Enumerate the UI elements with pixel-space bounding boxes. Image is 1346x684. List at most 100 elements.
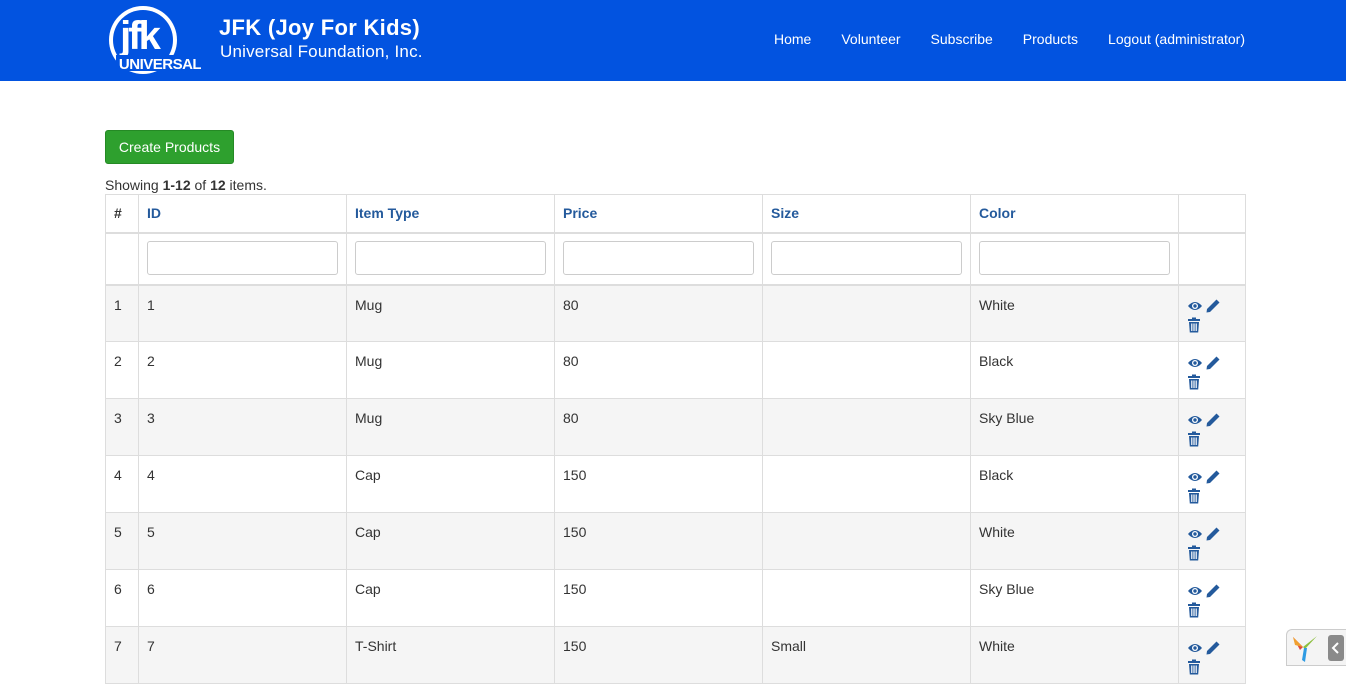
cell-actions	[1178, 398, 1246, 456]
cell-color: Black	[970, 455, 1179, 513]
cell-color: Black	[970, 341, 1179, 399]
cell-size	[762, 284, 971, 342]
trash-icon[interactable]	[1187, 374, 1201, 390]
table-row: 3 3 Mug 80 Sky Blue	[105, 398, 1246, 456]
eye-icon[interactable]	[1187, 413, 1203, 427]
cell-id: 6	[138, 569, 347, 627]
filter-cell	[346, 232, 555, 286]
products-table: # ID Item Type Price Size Color 1 1 Mug …	[105, 194, 1246, 684]
cell-item-type: Mug	[346, 398, 555, 456]
filter-cell-empty	[1178, 232, 1246, 286]
eye-icon[interactable]	[1187, 356, 1203, 370]
cell-index: 1	[105, 284, 139, 342]
pencil-icon[interactable]	[1205, 583, 1221, 599]
cell-index: 5	[105, 512, 139, 570]
cell-size	[762, 455, 971, 513]
pencil-icon[interactable]	[1205, 412, 1221, 428]
header-actions	[1178, 194, 1246, 234]
cell-actions	[1178, 341, 1246, 399]
header-id[interactable]: ID	[138, 194, 347, 234]
trash-icon[interactable]	[1187, 431, 1201, 447]
debug-toggle-button[interactable]	[1328, 635, 1344, 661]
header-index: #	[105, 194, 139, 234]
cell-price: 80	[554, 284, 763, 342]
filter-cell	[554, 232, 763, 286]
cell-color: Sky Blue	[970, 398, 1179, 456]
nav-home[interactable]: Home	[774, 31, 811, 47]
svg-text:jfk: jfk	[119, 14, 161, 58]
cell-price: 150	[554, 455, 763, 513]
filter-item-type-input[interactable]	[355, 240, 546, 275]
nav-subscribe[interactable]: Subscribe	[931, 31, 993, 47]
table-row: 4 4 Cap 150 Black	[105, 455, 1246, 513]
nav-products[interactable]: Products	[1023, 31, 1078, 47]
jfk-logo[interactable]: jfk UNIVERSAL	[108, 5, 202, 75]
svg-text:UNIVERSAL: UNIVERSAL	[119, 56, 201, 73]
cell-price: 150	[554, 626, 763, 684]
create-products-button[interactable]: Create Products	[105, 130, 234, 164]
cell-size: Small	[762, 626, 971, 684]
eye-icon[interactable]	[1187, 584, 1203, 598]
eye-icon[interactable]	[1187, 641, 1203, 655]
filter-cell-empty	[105, 232, 139, 286]
cell-color: Sky Blue	[970, 569, 1179, 627]
pencil-icon[interactable]	[1205, 640, 1221, 656]
summary-range: 1-12	[162, 177, 191, 193]
cell-color: White	[970, 626, 1179, 684]
eye-icon[interactable]	[1187, 299, 1203, 313]
cell-id: 2	[138, 341, 347, 399]
trash-icon[interactable]	[1187, 602, 1201, 618]
summary-prefix: Showing	[105, 177, 163, 193]
pencil-icon[interactable]	[1205, 469, 1221, 485]
table-row: 2 2 Mug 80 Black	[105, 341, 1246, 399]
yii-logo-icon	[1293, 636, 1317, 662]
filter-price-input[interactable]	[563, 240, 754, 275]
grid-summary: Showing 1-12 of 12 items.	[105, 177, 267, 193]
cell-index: 6	[105, 569, 139, 627]
main-nav: Home Volunteer Subscribe Products Logout…	[774, 31, 1245, 47]
filter-id-input[interactable]	[147, 240, 338, 275]
trash-icon[interactable]	[1187, 317, 1201, 333]
header-price[interactable]: Price	[554, 194, 763, 234]
trash-icon[interactable]	[1187, 545, 1201, 561]
cell-id: 1	[138, 284, 347, 342]
nav-volunteer[interactable]: Volunteer	[841, 31, 900, 47]
summary-suffix: items.	[225, 177, 267, 193]
header-item-type[interactable]: Item Type	[346, 194, 555, 234]
filter-row	[105, 232, 1246, 286]
cell-id: 3	[138, 398, 347, 456]
filter-cell	[970, 232, 1179, 286]
eye-icon[interactable]	[1187, 527, 1203, 541]
table-row: 6 6 Cap 150 Sky Blue	[105, 569, 1246, 627]
pencil-icon[interactable]	[1205, 298, 1221, 314]
cell-item-type: Mug	[346, 284, 555, 342]
cell-color: White	[970, 284, 1179, 342]
filter-cell	[138, 232, 347, 286]
cell-price: 80	[554, 398, 763, 456]
summary-mid: of	[190, 177, 211, 193]
filter-color-input[interactable]	[979, 240, 1170, 275]
trash-icon[interactable]	[1187, 488, 1201, 504]
cell-index: 2	[105, 341, 139, 399]
debug-toolbar[interactable]	[1286, 629, 1346, 666]
cell-item-type: Mug	[346, 341, 555, 399]
cell-size	[762, 512, 971, 570]
table-header-row: # ID Item Type Price Size Color	[105, 194, 1246, 234]
header-color[interactable]: Color	[970, 194, 1179, 234]
eye-icon[interactable]	[1187, 470, 1203, 484]
cell-price: 150	[554, 512, 763, 570]
pencil-icon[interactable]	[1205, 355, 1221, 371]
cell-actions	[1178, 455, 1246, 513]
cell-item-type: T-Shirt	[346, 626, 555, 684]
filter-cell	[762, 232, 971, 286]
table-row: 5 5 Cap 150 White	[105, 512, 1246, 570]
cell-actions	[1178, 284, 1246, 342]
pencil-icon[interactable]	[1205, 526, 1221, 542]
nav-logout[interactable]: Logout (administrator)	[1108, 31, 1245, 47]
filter-size-input[interactable]	[771, 240, 962, 275]
cell-color: White	[970, 512, 1179, 570]
trash-icon[interactable]	[1187, 659, 1201, 675]
header-size[interactable]: Size	[762, 194, 971, 234]
cell-id: 7	[138, 626, 347, 684]
cell-id: 5	[138, 512, 347, 570]
